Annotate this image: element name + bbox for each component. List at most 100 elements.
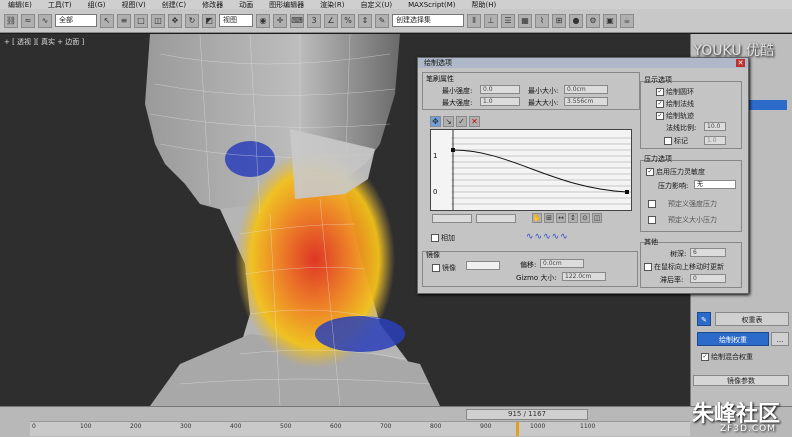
site-watermark-sub: ZF3D.COM (720, 424, 776, 434)
time-slider[interactable]: 915 / 1167 (466, 409, 588, 420)
max-size-spinner[interactable]: 3.556cm (564, 97, 608, 106)
layer-manager-icon[interactable]: ☰ (501, 13, 515, 28)
window-crossing-icon[interactable]: ◫ (151, 13, 165, 28)
timeline: 915 / 1167 0 100 200 300 400 500 600 700… (0, 406, 792, 437)
tree-depth-spinner[interactable]: 6 (690, 248, 726, 257)
edit-named-sets-icon[interactable]: ✎ (375, 13, 389, 28)
enable-pressure-checkbox[interactable]: ✓ 启用压力灵敏度 (646, 167, 705, 177)
move-icon[interactable]: ✥ (168, 13, 182, 28)
update-on-mouseup-checkbox[interactable]: 在鼠标向上移动时更新 (644, 262, 724, 272)
zoom-icon[interactable]: ⊙ (580, 213, 590, 223)
lag-rate-spinner[interactable]: 0 (690, 274, 726, 283)
link-icon[interactable]: ⛓ (4, 13, 18, 28)
min-strength-label: 最小强度: (442, 87, 473, 95)
zoom-vertical-icon[interactable]: ↕ (568, 213, 578, 223)
pivot-icon[interactable]: ◉ (256, 13, 270, 28)
ruler-tick: 900 (480, 423, 492, 430)
curve-editor-icon[interactable]: ⌇ (535, 13, 549, 28)
curve-x-field[interactable] (432, 214, 472, 223)
gizmo-size-label: Gizmo 大小: (516, 274, 557, 282)
checkbox-icon: ✓ (656, 112, 664, 120)
rendered-frame-icon[interactable]: ▣ (603, 13, 617, 28)
min-strength-spinner[interactable]: 0.0 (480, 85, 520, 94)
keyboard-shortcut-icon[interactable]: ⌨ (290, 13, 304, 28)
marker-label: 标记 (674, 137, 688, 145)
render-setup-icon[interactable]: ⚙ (586, 13, 600, 28)
zoom-region-icon[interactable]: ◫ (592, 213, 602, 223)
scale-icon[interactable]: ◩ (202, 13, 216, 28)
scale-point-icon[interactable]: ↘ (443, 116, 454, 127)
viewport-label[interactable]: + [ 透视 ][ 真实 + 边面 ] (4, 37, 84, 47)
additive-label: 相加 (441, 234, 455, 242)
pressure-affect-select[interactable]: 无 (694, 180, 736, 189)
ruler-tick: 800 (430, 423, 442, 430)
normal-scale-spinner[interactable]: 10.0 (704, 122, 726, 131)
current-frame-marker[interactable] (516, 422, 519, 436)
checkbox-icon (432, 264, 440, 272)
reference-coord-select[interactable]: 视图 (219, 14, 253, 27)
min-size-label: 最小大小: (528, 87, 559, 95)
move-point-icon[interactable]: ✥ (430, 116, 441, 127)
curve-y-field[interactable] (476, 214, 516, 223)
offset-spinner[interactable]: 0.0cm (540, 259, 584, 268)
paint-weights-button[interactable]: 绘制权重 (697, 332, 769, 346)
mirror-axis-select[interactable] (466, 261, 500, 270)
close-icon[interactable]: ✕ (736, 59, 745, 67)
pressure-options-title: 压力选项 (644, 155, 672, 163)
bind-spacewarp-icon[interactable]: ∿ (38, 13, 52, 28)
offset-label: 偏移: (520, 261, 537, 269)
mirror-checkbox[interactable]: 镜像 (432, 263, 456, 273)
angle-snap-icon[interactable]: ∠ (324, 13, 338, 28)
select-object-icon[interactable]: ↖ (100, 13, 114, 28)
zoom-horizontal-icon[interactable]: ↔ (556, 213, 566, 223)
select-manipulate-icon[interactable]: ✛ (273, 13, 287, 28)
spinner-snap-icon[interactable]: ⇕ (358, 13, 372, 28)
snap-icon[interactable]: 3 (307, 13, 321, 28)
material-editor-icon[interactable]: ● (569, 13, 583, 28)
weight-table-button[interactable]: ✎ (697, 312, 711, 326)
additive-checkbox[interactable]: 相加 (431, 233, 455, 243)
paint-options-button[interactable]: ... (771, 332, 789, 346)
mirror-params-rollout[interactable]: 镜像参数 (693, 375, 789, 386)
marker-checkbox[interactable]: 标记 (664, 136, 688, 146)
falloff-curve (451, 130, 631, 210)
percent-snap-icon[interactable]: % (341, 13, 355, 28)
ruler-tick: 700 (380, 423, 392, 430)
delete-point-icon[interactable]: ✕ (469, 116, 480, 127)
curve-presets-icon[interactable]: ∿∿∿∿∿ (526, 232, 569, 242)
unlink-icon[interactable]: ≈ (21, 13, 35, 28)
predef-strength-checkbox[interactable]: 预定义强度压力 (648, 199, 717, 209)
paint-blend-checkbox[interactable]: ✓ 绘制混合权重 (701, 352, 753, 362)
pan-icon[interactable]: ✋ (532, 213, 542, 223)
rect-select-icon[interactable]: □ (134, 13, 148, 28)
align-icon[interactable]: ⊥ (484, 13, 498, 28)
draw-normal-checkbox[interactable]: ✓ 绘制法线 (656, 99, 694, 109)
gizmo-size-spinner[interactable]: 122.0cm (562, 272, 606, 281)
predef-size-checkbox[interactable]: 预定义大小压力 (648, 215, 717, 225)
rotate-icon[interactable]: ↻ (185, 13, 199, 28)
max-strength-spinner[interactable]: 1.0 (480, 97, 520, 106)
track-bar[interactable]: 0 100 200 300 400 500 600 700 800 900 10… (30, 421, 690, 436)
schematic-view-icon[interactable]: ⊞ (552, 13, 566, 28)
checkbox-icon (431, 234, 439, 242)
menu-maxscript[interactable]: MAXScript(M) (400, 1, 463, 9)
ruler-tick: 400 (230, 423, 242, 430)
add-point-icon[interactable]: ✓ (456, 116, 467, 127)
falloff-curve-graph[interactable]: 1 0 (430, 129, 632, 211)
mirror-icon[interactable]: ⫴ (467, 13, 481, 28)
selection-filter-select[interactable]: 全部 (55, 14, 97, 27)
named-selection-set-select[interactable]: 创建选择集 (392, 14, 464, 27)
draw-normal-label: 绘制法线 (666, 100, 694, 108)
select-by-name-icon[interactable]: ≡ (117, 13, 131, 28)
draw-ring-checkbox[interactable]: ✓ 绘制圆环 (656, 87, 694, 97)
checkbox-icon (648, 216, 656, 224)
draw-trail-checkbox[interactable]: ✓ 绘制轨迹 (656, 111, 694, 121)
graphite-icon[interactable]: ▦ (518, 13, 532, 28)
weight-table-label[interactable]: 权重表 (715, 312, 789, 326)
ruler-tick: 100 (80, 423, 92, 430)
min-size-spinner[interactable]: 0.0cm (564, 85, 608, 94)
marker-spinner[interactable]: 1.0 (704, 136, 726, 145)
render-production-icon[interactable]: ☕ (620, 13, 634, 28)
main-toolbar: ⛓ ≈ ∿ 全部 ↖ ≡ □ ◫ ✥ ↻ ◩ 视图 ◉ ✛ ⌨ 3 ∠ % ⇕ … (0, 9, 792, 33)
zoom-extents-icon[interactable]: ⊞ (544, 213, 554, 223)
